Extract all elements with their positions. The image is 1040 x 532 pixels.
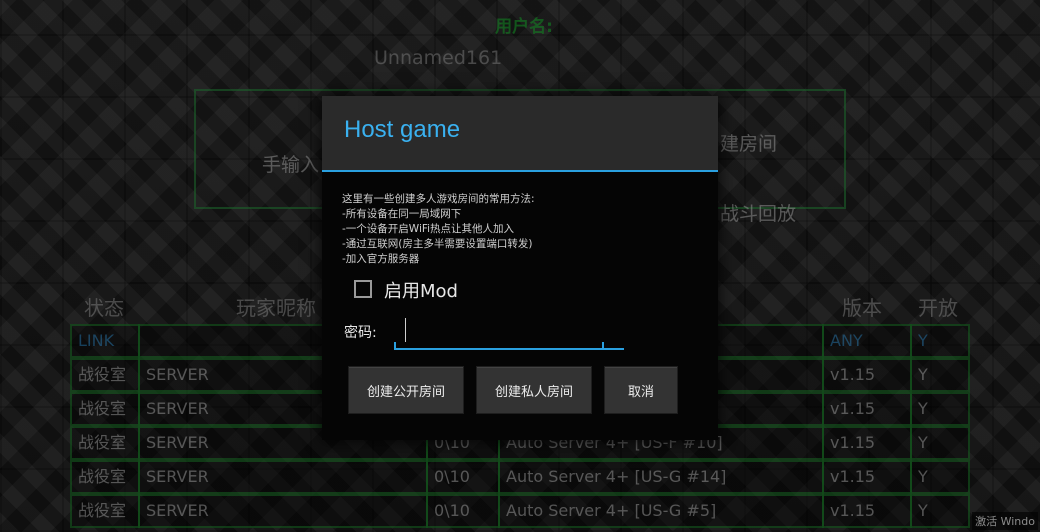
enable-mod-checkbox[interactable]: [354, 280, 372, 298]
dialog-title-bar: Host game: [322, 96, 718, 172]
input-underline-tick-left: [394, 342, 396, 350]
message-line: -所有设备在同一局域网下: [342, 208, 462, 220]
text-cursor: [405, 318, 406, 342]
dialog-title: Host game: [344, 116, 461, 143]
input-underline-tick-right: [602, 342, 604, 350]
dialog-message: 这里有一些创建多人游戏房间的常用方法: -所有设备在同一局域网下 -一个设备开启…: [342, 192, 702, 267]
host-game-dialog: Host game 这里有一些创建多人游戏房间的常用方法: -所有设备在同一局域…: [322, 96, 718, 440]
create-private-room-button[interactable]: 创建私人房间: [476, 366, 592, 414]
create-public-room-button[interactable]: 创建公开房间: [348, 366, 464, 414]
password-label: 密码:: [344, 325, 377, 341]
message-line: -通过互联网(房主多半需要设置端口转发): [342, 238, 533, 250]
message-line: -加入官方服务器: [342, 253, 420, 265]
password-input[interactable]: [394, 312, 624, 350]
activation-watermark: 激活 Windo: [972, 512, 1038, 530]
cancel-button[interactable]: 取消: [604, 366, 678, 414]
enable-mod-label[interactable]: 启用Mod: [384, 277, 458, 303]
message-line: 这里有一些创建多人游戏房间的常用方法:: [342, 193, 535, 205]
message-line: -一个设备开启WiFi热点让其他人加入: [342, 223, 515, 235]
